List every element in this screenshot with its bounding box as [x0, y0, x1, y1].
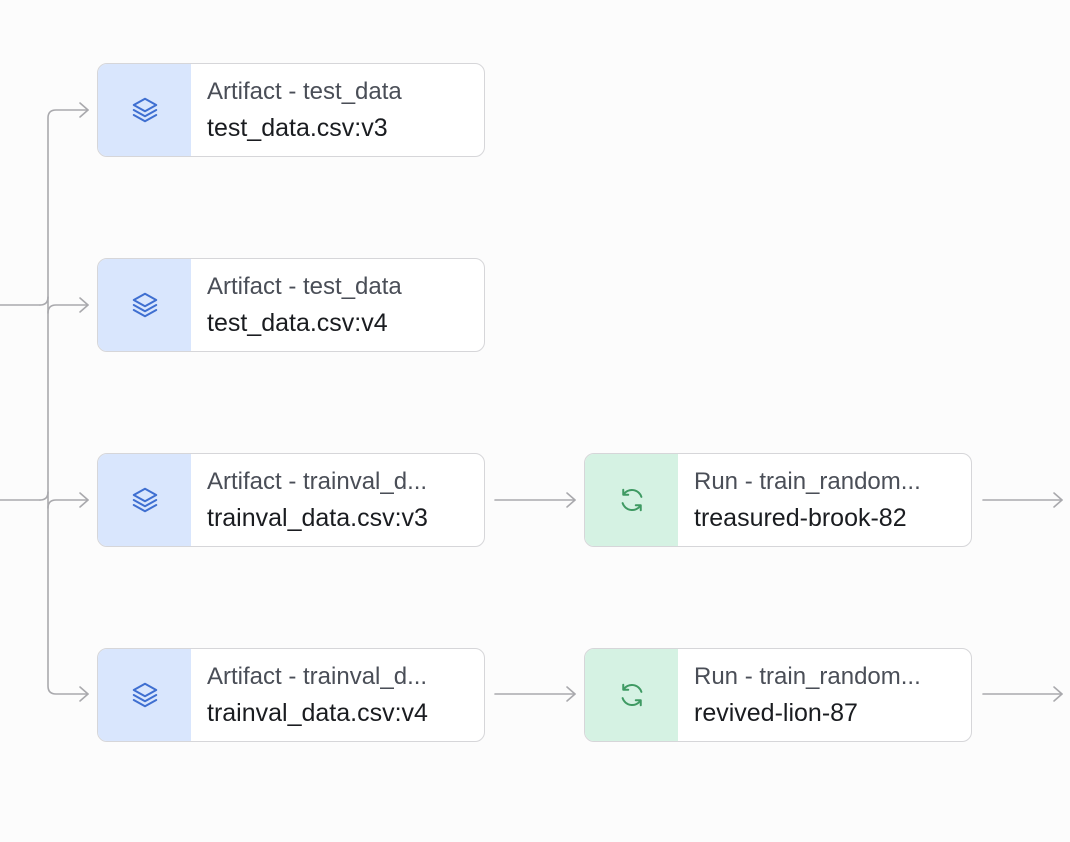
- run-node-treasured-brook-82[interactable]: Run - train_random... treasured-brook-82: [584, 453, 972, 547]
- node-kind: Artifact - trainval_d...: [207, 663, 428, 690]
- node-kind: Artifact - test_data: [207, 78, 402, 105]
- artifact-node-test-data-v4[interactable]: Artifact - test_data test_data.csv:v4: [97, 258, 485, 352]
- node-name: trainval_data.csv:v3: [207, 504, 428, 532]
- layers-icon: [130, 680, 160, 710]
- node-name: revived-lion-87: [694, 699, 858, 727]
- layers-icon: [130, 95, 160, 125]
- edge-trunk: [47, 109, 89, 695]
- refresh-icon: [617, 680, 647, 710]
- artifact-node-test-data-v3[interactable]: Artifact - test_data test_data.csv:v3: [97, 63, 485, 157]
- artifact-node-trainval-data-v4[interactable]: Artifact - trainval_d... trainval_data.c…: [97, 648, 485, 742]
- layers-icon: [130, 485, 160, 515]
- refresh-icon: [617, 485, 647, 515]
- node-name: test_data.csv:v4: [207, 309, 388, 337]
- node-name: treasured-brook-82: [694, 504, 907, 532]
- layers-icon: [130, 290, 160, 320]
- artifact-node-trainval-data-v3[interactable]: Artifact - trainval_d... trainval_data.c…: [97, 453, 485, 547]
- node-kind: Artifact - trainval_d...: [207, 468, 428, 495]
- node-name: trainval_data.csv:v4: [207, 699, 428, 727]
- node-kind: Artifact - test_data: [207, 273, 402, 300]
- node-kind: Run - train_random...: [694, 468, 921, 495]
- run-node-revived-lion-87[interactable]: Run - train_random... revived-lion-87: [584, 648, 972, 742]
- node-name: test_data.csv:v3: [207, 114, 388, 142]
- node-kind: Run - train_random...: [694, 663, 921, 690]
